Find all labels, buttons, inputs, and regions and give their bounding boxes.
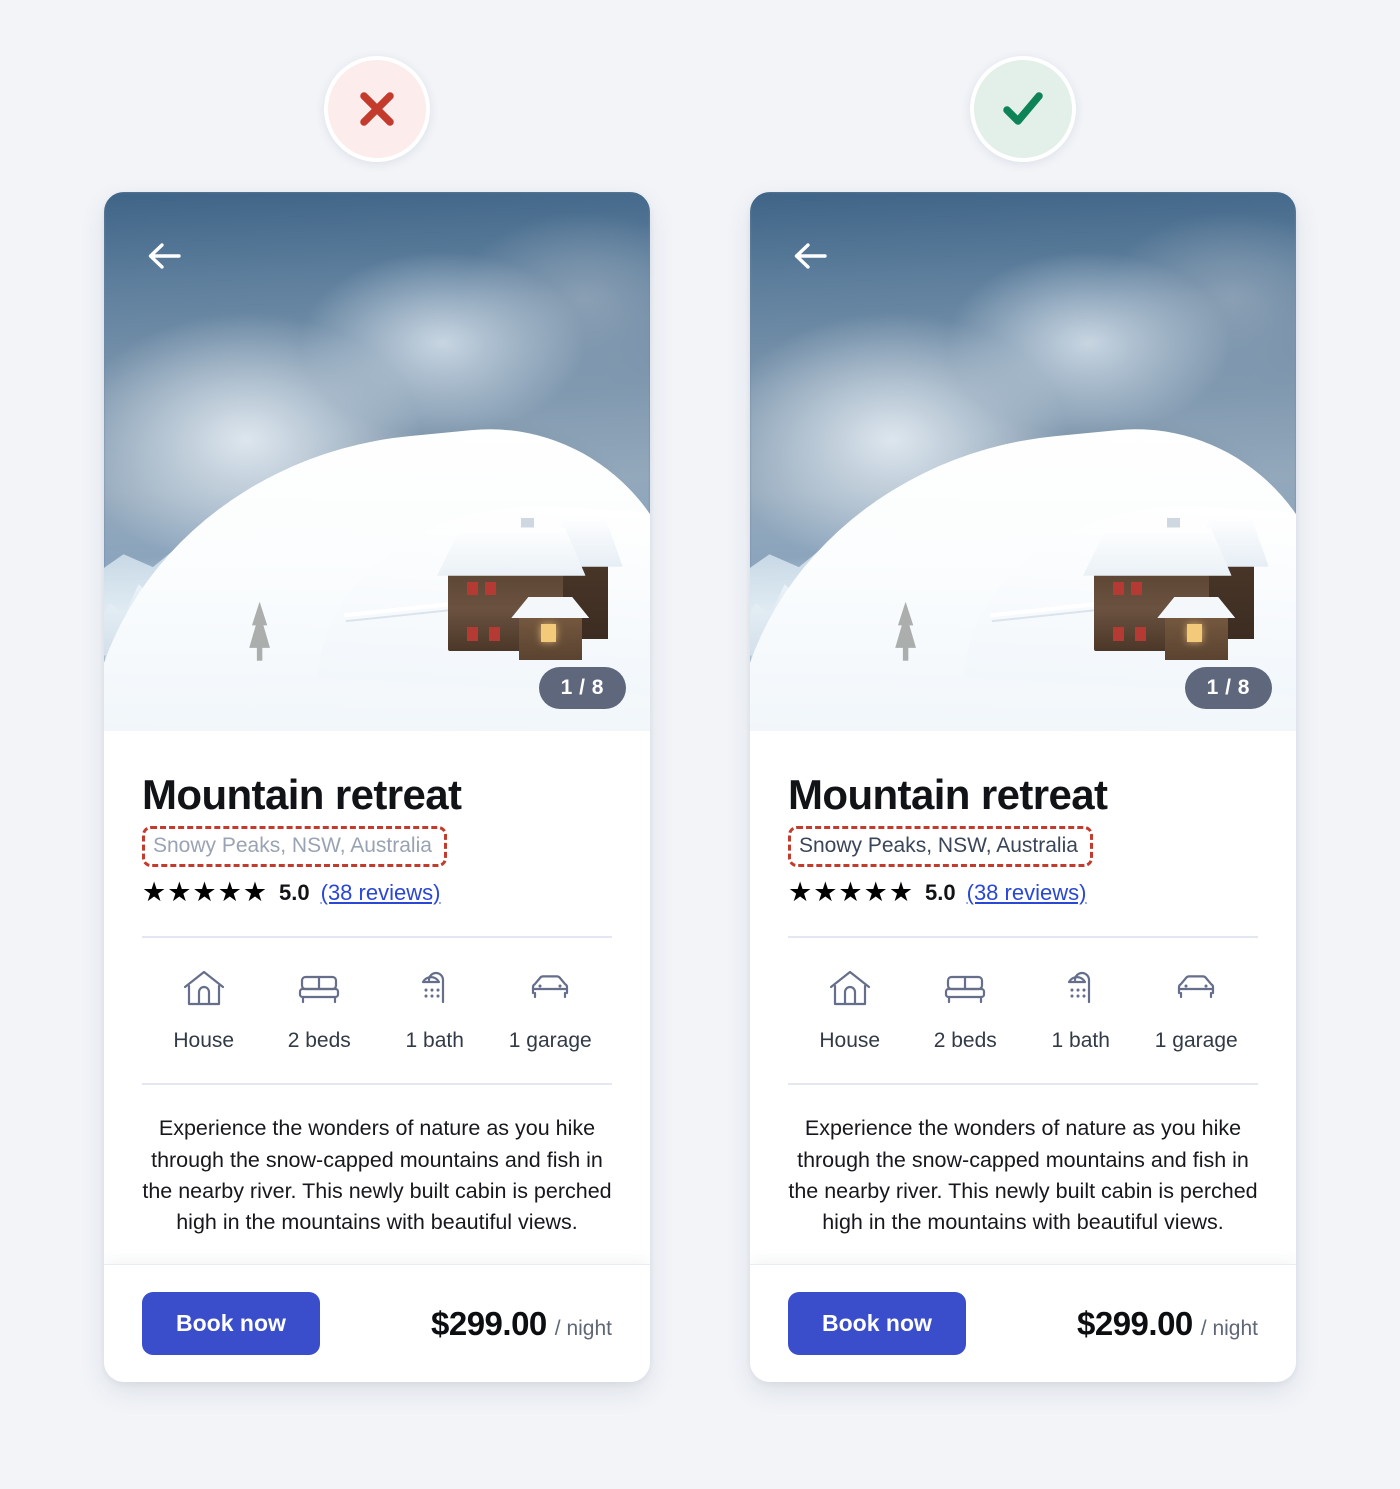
price-block: $299.00 / night bbox=[431, 1305, 612, 1343]
description-paragraph-1: Experience the wonders of nature as you … bbox=[142, 1113, 612, 1239]
features-row: House 2 beds bbox=[142, 938, 612, 1053]
feature-bath: 1 bath bbox=[377, 968, 493, 1053]
feature-beds-label: 2 beds bbox=[288, 1029, 351, 1053]
divider-bottom bbox=[142, 1083, 612, 1085]
feature-bath-label: 1 bath bbox=[1052, 1029, 1110, 1053]
price-amount: $299.00 bbox=[1077, 1305, 1193, 1343]
feature-house-label: House bbox=[173, 1029, 234, 1053]
feature-bath: 1 bath bbox=[1023, 968, 1139, 1053]
car-icon bbox=[527, 968, 573, 1013]
rating-row: ★★★★★ 5.0 (38 reviews) bbox=[788, 879, 1258, 906]
listing-card-bad: 1 / 8 Mountain retreat Snowy Peaks, NSW,… bbox=[104, 192, 650, 1382]
rating-row: ★★★★★ 5.0 (38 reviews) bbox=[142, 879, 612, 906]
divider-bottom bbox=[788, 1083, 1258, 1085]
price-unit: / night bbox=[555, 1317, 612, 1341]
bed-icon bbox=[296, 968, 342, 1013]
hero-cabin bbox=[437, 515, 623, 666]
rating-value: 5.0 bbox=[279, 880, 310, 906]
check-badge bbox=[970, 56, 1076, 162]
shower-icon bbox=[412, 968, 458, 1013]
listing-hero-photo: 1 / 8 bbox=[750, 192, 1296, 731]
listing-card-good: 1 / 8 Mountain retreat Snowy Peaks, NSW,… bbox=[750, 192, 1296, 1382]
feature-garage-label: 1 garage bbox=[1155, 1029, 1238, 1053]
price-unit: / night bbox=[1201, 1317, 1258, 1341]
feature-beds: 2 beds bbox=[908, 968, 1024, 1053]
shower-icon bbox=[1058, 968, 1104, 1013]
bed-icon bbox=[942, 968, 988, 1013]
booking-footer: Book now $299.00 / night bbox=[104, 1264, 650, 1382]
check-icon bbox=[995, 81, 1051, 137]
location-highlight-box: Snowy Peaks, NSW, Australia bbox=[788, 826, 1093, 867]
feature-beds-label: 2 beds bbox=[934, 1029, 997, 1053]
feature-garage: 1 garage bbox=[493, 968, 609, 1053]
back-button[interactable] bbox=[142, 236, 186, 280]
location-highlight-box: Snowy Peaks, NSW, Australia bbox=[142, 826, 447, 867]
price-block: $299.00 / night bbox=[1077, 1305, 1258, 1343]
cross-badge bbox=[324, 56, 430, 162]
car-icon bbox=[1173, 968, 1219, 1013]
star-rating-icon: ★★★★★ bbox=[142, 879, 268, 906]
back-button[interactable] bbox=[788, 236, 832, 280]
bad-example-column: 1 / 8 Mountain retreat Snowy Peaks, NSW,… bbox=[104, 56, 650, 1489]
hero-cabin bbox=[1083, 515, 1269, 666]
star-rating-icon: ★★★★★ bbox=[788, 879, 914, 906]
back-arrow-icon bbox=[792, 241, 828, 276]
photo-counter-badge: 1 / 8 bbox=[539, 667, 626, 709]
reviews-link[interactable]: (38 reviews) bbox=[967, 880, 1087, 906]
booking-footer: Book now $299.00 / night bbox=[750, 1264, 1296, 1382]
price-amount: $299.00 bbox=[431, 1305, 547, 1343]
rating-value: 5.0 bbox=[925, 880, 956, 906]
features-row: House 2 beds bbox=[788, 938, 1258, 1053]
photo-counter-badge: 1 / 8 bbox=[1185, 667, 1272, 709]
house-icon bbox=[827, 968, 873, 1013]
back-arrow-icon bbox=[146, 241, 182, 276]
feature-house: House bbox=[792, 968, 908, 1053]
house-icon bbox=[181, 968, 227, 1013]
page-title: Mountain retreat bbox=[142, 771, 612, 818]
feature-house: House bbox=[146, 968, 262, 1053]
feature-beds: 2 beds bbox=[262, 968, 378, 1053]
reviews-link[interactable]: (38 reviews) bbox=[321, 880, 441, 906]
description-paragraph-1: Experience the wonders of nature as you … bbox=[788, 1113, 1258, 1239]
book-now-button[interactable]: Book now bbox=[142, 1292, 320, 1355]
page-title: Mountain retreat bbox=[788, 771, 1258, 818]
feature-garage-label: 1 garage bbox=[509, 1029, 592, 1053]
listing-location: Snowy Peaks, NSW, Australia bbox=[799, 834, 1078, 857]
good-example-column: 1 / 8 Mountain retreat Snowy Peaks, NSW,… bbox=[750, 56, 1296, 1489]
cross-icon bbox=[351, 83, 403, 135]
book-now-button[interactable]: Book now bbox=[788, 1292, 966, 1355]
feature-house-label: House bbox=[819, 1029, 880, 1053]
listing-hero-photo: 1 / 8 bbox=[104, 192, 650, 731]
feature-bath-label: 1 bath bbox=[406, 1029, 464, 1053]
listing-location: Snowy Peaks, NSW, Australia bbox=[153, 834, 432, 857]
comparison-stage: 1 / 8 Mountain retreat Snowy Peaks, NSW,… bbox=[0, 0, 1400, 1489]
feature-garage: 1 garage bbox=[1139, 968, 1255, 1053]
